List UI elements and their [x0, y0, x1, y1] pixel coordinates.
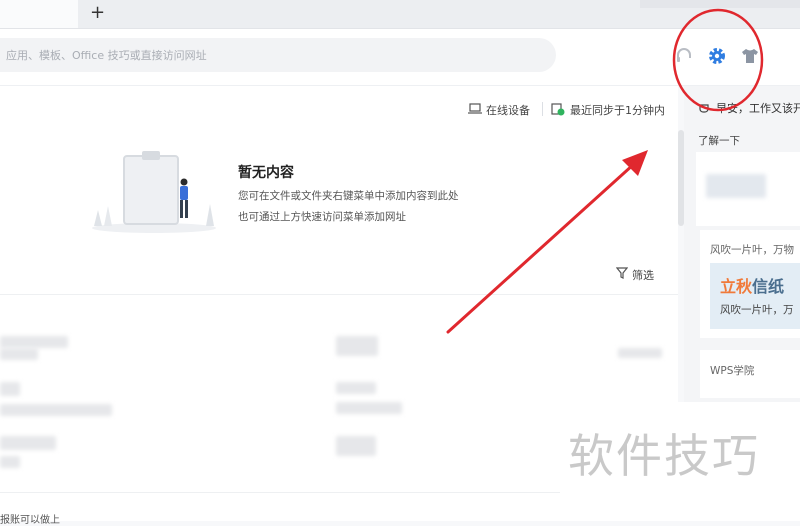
sync-icon	[551, 103, 565, 116]
search-input[interactable]: 应用、模板、Office 技巧或直接访问网址	[0, 38, 556, 72]
headset-icon[interactable]	[674, 46, 694, 66]
promo-subtitle: 风吹一片叶，万	[720, 304, 794, 316]
empty-state-line-1: 您可在文件或文件夹右键菜单中添加内容到此处	[238, 190, 459, 202]
tab-bar-right-area	[640, 0, 800, 8]
tab-active[interactable]	[0, 0, 78, 28]
status-divider	[542, 102, 543, 116]
list-item-blurred[interactable]	[618, 348, 662, 358]
toolbar: 应用、模板、Office 技巧或直接访问网址	[0, 29, 800, 86]
greeting-text: 早安，工作又该开	[716, 102, 800, 115]
list-item-blurred[interactable]	[0, 382, 20, 396]
list-divider	[0, 294, 678, 295]
online-devices-link[interactable]: 在线设备	[486, 102, 530, 118]
news-card[interactable]	[696, 152, 800, 226]
new-tab-button[interactable]: +	[90, 3, 105, 23]
list-item-blurred[interactable]	[0, 336, 68, 348]
list-item-blurred[interactable]	[0, 348, 38, 360]
promo-banner[interactable]: 立秋信纸 风吹一片叶，万	[710, 263, 800, 329]
promo-title: 立秋信纸	[720, 277, 785, 296]
skin-shirt-icon[interactable]	[740, 46, 760, 66]
partial-list-text: 报账可以做上	[0, 515, 60, 526]
list-item-blurred[interactable]	[0, 456, 20, 468]
list-item-blurred[interactable]	[336, 336, 378, 356]
device-icon	[468, 103, 482, 114]
sync-status: 最近同步于1分钟内	[570, 104, 665, 117]
card-image-blurred	[706, 174, 766, 198]
list-item-blurred[interactable]	[0, 436, 56, 450]
academy-label: WPS学院	[710, 365, 755, 377]
gear-icon[interactable]	[707, 46, 727, 66]
learn-more-label[interactable]: 了解一下	[698, 133, 740, 148]
feed-title: 风吹一片叶，万物	[710, 244, 794, 256]
list-item-blurred[interactable]	[336, 382, 376, 394]
cup-icon	[699, 104, 709, 113]
empty-state-title: 暂无内容	[238, 165, 294, 181]
list-item-blurred[interactable]	[336, 402, 402, 414]
empty-state-line-2: 也可通过上方快速访问菜单添加网址	[238, 211, 406, 223]
watermark-text: 软件技巧	[568, 429, 760, 483]
filter-icon	[616, 267, 628, 279]
filter-button[interactable]: 筛选	[632, 267, 654, 283]
tab-bar: +	[0, 0, 800, 29]
empty-illustration	[92, 151, 216, 233]
list-item-blurred[interactable]	[0, 404, 112, 416]
list-item-blurred[interactable]	[336, 436, 376, 456]
search-placeholder: 应用、模板、Office 技巧或直接访问网址	[6, 49, 207, 62]
